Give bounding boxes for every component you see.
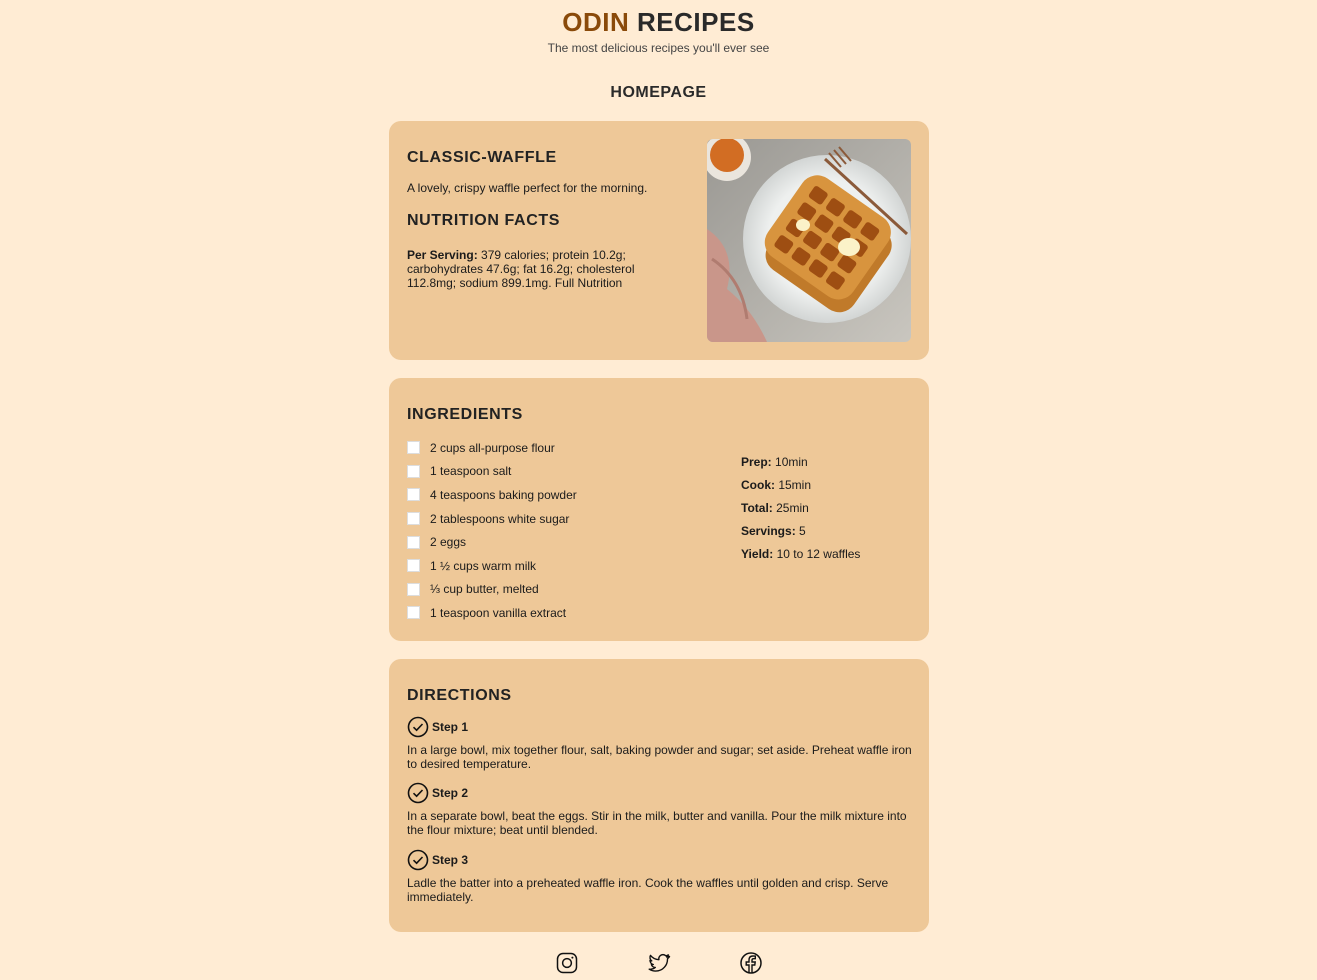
yield-value: 10 to 12 waffles (773, 547, 861, 561)
directions-heading: DIRECTIONS (407, 687, 512, 704)
ingredient-item: 2 tablespoons white sugar (407, 507, 577, 531)
ingredient-item: 1 ½ cups warm milk (407, 554, 577, 578)
waffle-image (707, 139, 911, 342)
recipe-times: Prep: 10min Cook: 15min Total: 25min Ser… (741, 455, 860, 570)
ingredients-heading: INGREDIENTS (407, 406, 523, 423)
brand-accent: ODIN (562, 7, 630, 37)
ingredient-checkbox[interactable] (407, 488, 420, 502)
social-footer (0, 951, 1317, 975)
ingredient-item: 1 teaspoon vanilla extract (407, 601, 577, 625)
ingredient-label: 1 teaspoon salt (430, 464, 512, 479)
cook-value: 15min (775, 478, 812, 492)
homepage-link[interactable]: HOMEPAGE (0, 84, 1317, 102)
step-label: Step 1 (432, 720, 469, 734)
site-title: ODIN RECIPES (0, 8, 1317, 36)
prep-time: Prep: 10min (741, 455, 860, 478)
recipe-overview-card: CLASSIC-WAFFLE A lovely, crispy waffle p… (389, 121, 929, 360)
check-circle-icon (407, 849, 429, 871)
yield-label: Yield: (741, 547, 774, 561)
twitter-icon[interactable] (647, 951, 671, 975)
direction-step: Step 2 In a separate bowl, beat the eggs… (407, 782, 912, 837)
ingredient-checkbox[interactable] (407, 512, 420, 526)
total-time: Total: 25min (741, 501, 860, 524)
ingredient-checkbox[interactable] (407, 464, 420, 478)
ingredient-checkbox[interactable] (407, 606, 420, 620)
total-label: Total: (741, 501, 773, 515)
check-circle-icon (407, 716, 429, 738)
yield: Yield: 10 to 12 waffles (741, 547, 860, 570)
ingredient-checkbox[interactable] (407, 559, 420, 573)
nutrition-heading: NUTRITION FACTS (407, 212, 560, 229)
total-value: 25min (772, 501, 809, 515)
brand-main: RECIPES (637, 7, 755, 37)
ingredient-item: 1 teaspoon salt (407, 460, 577, 484)
ingredient-item: 2 eggs (407, 530, 577, 554)
step-label: Step 2 (432, 786, 469, 800)
instagram-icon[interactable] (555, 951, 579, 975)
recipe-title: CLASSIC-WAFFLE (407, 149, 557, 166)
ingredient-item: 2 cups all-purpose flour (407, 436, 577, 460)
tagline: The most delicious recipes you'll ever s… (547, 41, 770, 55)
step-text: In a large bowl, mix together flour, sal… (407, 743, 912, 771)
facebook-icon[interactable] (739, 951, 763, 975)
ingredient-checkbox[interactable] (407, 535, 420, 549)
nutrition-label: Per Serving: (407, 248, 478, 262)
ingredient-label: 2 eggs (430, 535, 467, 550)
recipe-description: A lovely, crispy waffle perfect for the … (407, 181, 648, 195)
ingredient-label: 4 teaspoons baking powder (430, 487, 577, 502)
servings: Servings: 5 (741, 524, 860, 547)
servings-value: 5 (795, 524, 806, 538)
cook-time: Cook: 15min (741, 478, 860, 501)
step-label: Step 3 (432, 853, 469, 867)
ingredient-label: ⅓ cup butter, melted (430, 582, 539, 597)
ingredient-label: 1 ½ cups warm milk (430, 558, 537, 573)
ingredient-item: ⅓ cup butter, melted (407, 578, 577, 602)
cook-label: Cook: (741, 478, 775, 492)
site-header: ODIN RECIPES The most delicious recipes … (0, 0, 1317, 55)
step-text: Ladle the batter into a preheated waffle… (407, 876, 889, 904)
ingredient-checkbox[interactable] (407, 441, 420, 455)
direction-step: Step 3 Ladle the batter into a preheated… (407, 849, 912, 904)
direction-step: Step 1 In a large bowl, mix together flo… (407, 716, 912, 771)
servings-label: Servings: (741, 524, 796, 538)
prep-label: Prep: (741, 455, 772, 469)
ingredient-label: 2 tablespoons white sugar (430, 511, 570, 526)
ingredient-item: 4 teaspoons baking powder (407, 483, 577, 507)
ingredients-list: 2 cups all-purpose flour 1 teaspoon salt… (407, 436, 577, 625)
step-text: In a separate bowl, beat the eggs. Stir … (407, 809, 907, 837)
check-circle-icon (407, 782, 429, 804)
ingredient-label: 1 teaspoon vanilla extract (430, 605, 567, 620)
ingredient-checkbox[interactable] (407, 582, 420, 596)
prep-value: 10min (771, 455, 808, 469)
nutrition-facts: Per Serving: 379 calories; protein 10.2g… (407, 248, 677, 290)
ingredients-card: INGREDIENTS 2 cups all-purpose flour 1 t… (389, 378, 929, 641)
ingredient-label: 2 cups all-purpose flour (430, 440, 555, 455)
directions-card: DIRECTIONS Step 1 In a large bowl, mix t… (389, 659, 929, 932)
